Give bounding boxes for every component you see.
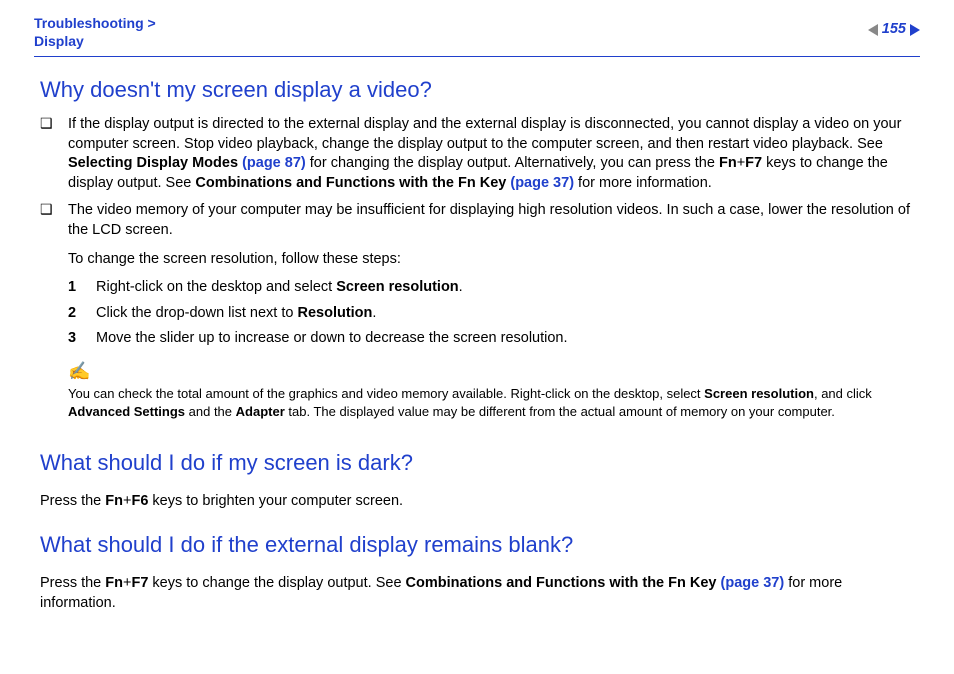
page-header: Troubleshooting > Display 155 <box>34 14 920 56</box>
link-page-37a[interactable]: (page 37) <box>510 175 574 191</box>
link-page-37b[interactable]: (page 37) <box>721 575 785 591</box>
bullet-icon: ❑ <box>40 201 54 430</box>
para-external: Press the Fn+F7 keys to change the displ… <box>40 574 914 613</box>
step-1: 1 Right-click on the desktop and select … <box>68 278 914 298</box>
bullet-1-text: If the display output is directed to the… <box>68 115 914 193</box>
breadcrumb-top: Troubleshooting > <box>34 15 156 31</box>
para-dark: Press the Fn+F6 keys to brighten your co… <box>40 492 914 512</box>
step-2: 2 Click the drop-down list next to Resol… <box>68 304 914 324</box>
note-text: You can check the total amount of the gr… <box>68 385 914 420</box>
note-icon: ✍ <box>68 359 914 383</box>
link-page-87[interactable]: (page 87) <box>242 155 306 171</box>
heading-dark: What should I do if my screen is dark? <box>40 448 914 478</box>
breadcrumb: Troubleshooting > Display <box>34 14 156 50</box>
page-number: 155 <box>882 20 906 40</box>
heading-video: Why doesn't my screen display a video? <box>40 75 914 105</box>
bullet-icon: ❑ <box>40 115 54 193</box>
prev-page-icon[interactable] <box>868 24 878 36</box>
pager: 155 <box>868 20 920 40</box>
next-page-icon[interactable] <box>910 24 920 36</box>
bullet-2-text: The video memory of your computer may be… <box>68 201 914 430</box>
bullet-1: ❑ If the display output is directed to t… <box>40 115 914 193</box>
step-3: 3 Move the slider up to increase or down… <box>68 329 914 349</box>
bullet-2: ❑ The video memory of your computer may … <box>40 201 914 430</box>
content: Why doesn't my screen display a video? ❑… <box>34 75 920 613</box>
heading-external: What should I do if the external display… <box>40 530 914 560</box>
header-rule <box>34 56 920 57</box>
breadcrumb-sub: Display <box>34 33 84 49</box>
